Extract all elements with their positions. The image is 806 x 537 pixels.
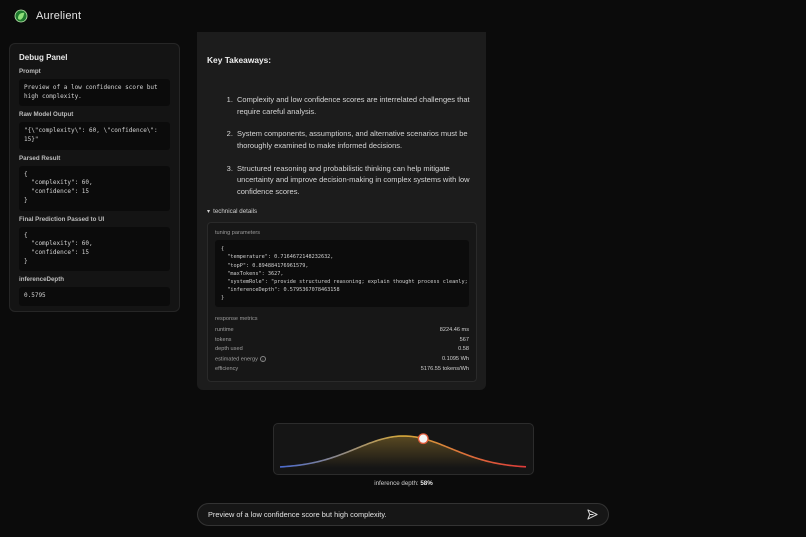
chat-input[interactable] bbox=[208, 510, 586, 519]
technical-details-label: technical details bbox=[213, 208, 258, 216]
metric-value: 0.1095 Wh bbox=[441, 356, 469, 363]
top-bar: Aurelient bbox=[0, 0, 806, 32]
slider-handle[interactable] bbox=[417, 433, 429, 445]
metric-label: estimated energy bbox=[215, 356, 258, 363]
parsed-result-label: Parsed Result bbox=[19, 154, 61, 162]
metric-label: efficiency bbox=[215, 365, 239, 372]
prompt-value: Preview of a low confidence score but hi… bbox=[19, 79, 170, 107]
metric-value: 567 bbox=[459, 336, 469, 343]
metric-row: estimated energy i 0.1095 Wh bbox=[215, 354, 469, 364]
inference-depth-readout-label: inference depth: bbox=[374, 480, 419, 487]
curve-fill bbox=[280, 436, 527, 468]
tuning-parameters-code: { "temperature": 0.7164672148232632, "to… bbox=[215, 240, 469, 307]
triangle-down-icon: ▾ bbox=[207, 208, 211, 216]
parsed-result-value: { "complexity": 60, "confidence": 15 } bbox=[19, 165, 170, 211]
technical-details-box: tuning parameters { "temperature": 0.716… bbox=[207, 222, 477, 382]
metric-row: runtime 8224.46 ms bbox=[215, 325, 469, 335]
takeaway-item: Complexity and low confidence scores are… bbox=[235, 94, 476, 117]
metric-label: depth used bbox=[215, 346, 243, 353]
final-prediction-label: Final Prediction Passed to UI bbox=[19, 215, 105, 223]
metric-label: tokens bbox=[215, 336, 232, 343]
chat-input-bar bbox=[197, 503, 609, 526]
takeaway-item: System components, assumptions, and alte… bbox=[235, 128, 476, 151]
metric-label: runtime bbox=[215, 326, 234, 333]
takeaway-item: Structured reasoning and probabilistic t… bbox=[235, 163, 476, 198]
metric-value: 5176.55 tokens/Wh bbox=[420, 365, 469, 372]
inference-depth-slider[interactable] bbox=[273, 423, 534, 475]
inference-depth-label: inferenceDepth bbox=[19, 276, 65, 284]
raw-output-label: Raw Model Output bbox=[19, 111, 74, 119]
prompt-label: Prompt bbox=[19, 68, 41, 75]
technical-details-toggle[interactable]: ▾ technical details bbox=[207, 208, 476, 215]
key-takeaways-heading: Key Takeaways: bbox=[207, 55, 272, 65]
metric-value: 0.58 bbox=[458, 346, 469, 353]
inference-depth-value: 0.5795 bbox=[19, 287, 170, 306]
metric-row: efficiency 5176.55 tokens/Wh bbox=[215, 364, 469, 374]
inference-depth-readout: inference depth: 58% bbox=[273, 480, 534, 487]
send-button[interactable] bbox=[586, 509, 598, 521]
metric-row: tokens 567 bbox=[215, 335, 469, 345]
response-metrics-label: response metrics bbox=[215, 315, 258, 322]
app-title: Aurelient bbox=[36, 10, 82, 22]
raw-output-value: "{\"complexity\": 60, \"confidence\": 15… bbox=[19, 122, 170, 150]
info-icon[interactable]: i bbox=[259, 355, 266, 362]
inference-depth-readout-value: 58% bbox=[420, 480, 433, 487]
takeaways-list: Complexity and low confidence scores are… bbox=[235, 94, 476, 197]
aurelient-logo-icon bbox=[14, 9, 28, 23]
metric-value: 8224.46 ms bbox=[439, 326, 469, 333]
response-panel: Key Takeaways: Complexity and low confid… bbox=[197, 32, 486, 390]
metric-row: depth used 0.58 bbox=[215, 344, 469, 354]
tuning-parameters-label: tuning parameters bbox=[215, 230, 261, 237]
inference-depth-curve[interactable] bbox=[274, 424, 533, 474]
debug-panel-title: Debug Panel bbox=[19, 53, 68, 62]
final-prediction-value: { "complexity": 60, "confidence": 15 } bbox=[19, 226, 170, 272]
send-icon bbox=[586, 509, 598, 520]
debug-panel: Debug Panel Prompt Preview of a low conf… bbox=[9, 43, 180, 312]
